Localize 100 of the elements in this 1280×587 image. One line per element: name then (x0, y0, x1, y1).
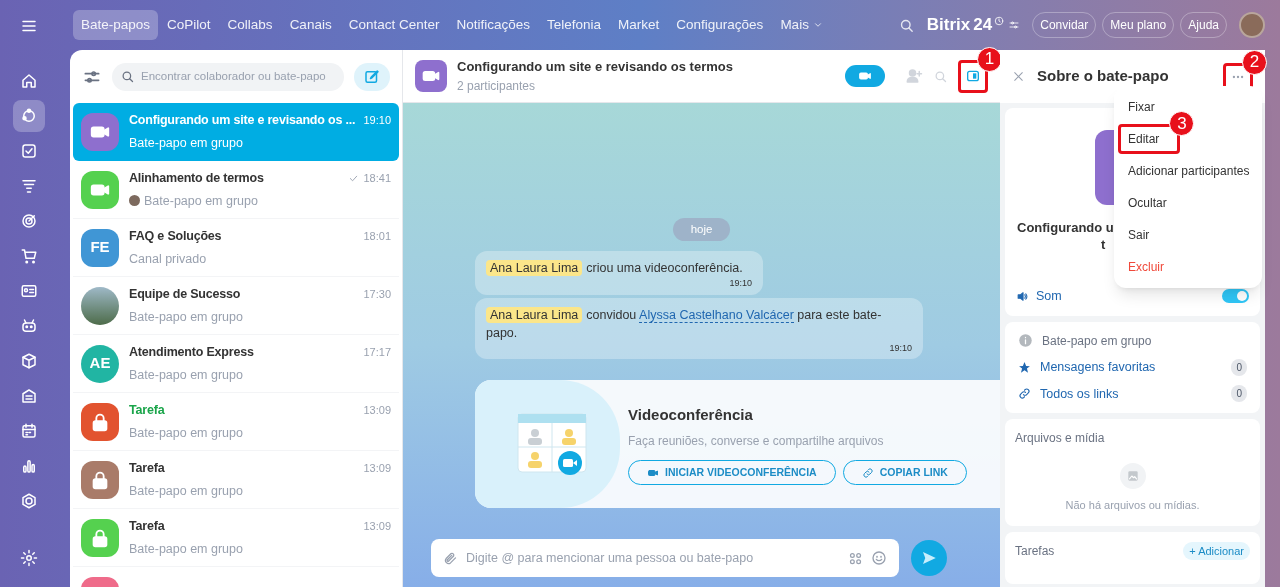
chat-subtitle: Bate-papo em grupo (129, 424, 243, 442)
hexagon-icon (20, 491, 38, 510)
menu-item[interactable]: Ocultar (1114, 187, 1181, 219)
home-icon (20, 71, 38, 90)
count-badge: 0 (1231, 358, 1247, 376)
nav-tab[interactable]: Market (610, 9, 668, 41)
card-title: Videoconferência (628, 404, 754, 425)
chat-time: 19:10 (363, 113, 391, 129)
chat-time: 17:30 (363, 286, 391, 302)
send-arrow-icon (920, 549, 938, 567)
system-message-text: Ana Laura Lima criou uma videoconferência. (486, 259, 752, 278)
chat-list-item[interactable]: AE Atendimento Express 17:17 Bate-papo em grupo (73, 335, 399, 393)
step-number-badge: 1 (977, 46, 1002, 72)
chat-subtitle: Bate-papo em grupo (129, 482, 243, 500)
panel-title: Sobre o bate-papo (1037, 66, 1170, 87)
nav-tab[interactable]: Mais (772, 9, 831, 41)
chat-list-item[interactable]: Tarefa 13:09 Bate-papo em grupo (73, 393, 399, 451)
image-glyph-icon (1125, 469, 1140, 484)
close-icon[interactable] (1012, 70, 1025, 83)
calendar-icon (20, 421, 38, 440)
message-time: 19:10 (729, 277, 752, 291)
emoji-icon[interactable] (871, 550, 887, 566)
menu-item[interactable]: Adicionar participantes (1114, 155, 1264, 187)
sliders-icon[interactable] (1008, 19, 1021, 31)
details-link[interactable]: Mensagens favoritas 0 (1018, 357, 1247, 377)
logo: Bitrix 24 (926, 14, 993, 37)
participant-count: 2 participantes (457, 77, 537, 95)
speaker-icon (1016, 289, 1029, 303)
nav-tab[interactable]: Contact Center (340, 9, 448, 41)
chat-title: Tarefa (129, 459, 165, 477)
star-icon (1018, 360, 1031, 374)
chat-title: Atendimento Express (129, 343, 254, 361)
message-input-field[interactable]: Digite @ para mencionar uma pessoa ou bate-papo (431, 539, 899, 577)
nav-tab[interactable]: Configurações (668, 9, 772, 41)
user-link[interactable]: Alyssa Castelhano Valcácer (639, 307, 794, 323)
grid-icon[interactable] (848, 550, 863, 566)
add-task-button[interactable]: + Adicionar (1183, 541, 1250, 561)
system-message-text: Ana Laura Lima convidou Alyssa Castelhano Valcácer para este bate-papo. (486, 305, 883, 342)
send-button[interactable] (911, 540, 947, 576)
new-chat-button[interactable] (354, 62, 390, 91)
nav-tab[interactable]: Telefonia (539, 9, 610, 41)
nav-tab[interactable]: Collabs (219, 9, 281, 41)
chat-title-line: Configurando u (1016, 219, 1114, 236)
nav-tab[interactable]: Canais (281, 9, 340, 41)
nav-tab[interactable]: Notificações (448, 9, 538, 41)
link-label: Mensagens favoritas (1040, 358, 1157, 376)
card-description: Faça reuniões, converse e compartilhe arquivos (628, 433, 885, 450)
chat-avatar: FE (81, 228, 119, 267)
message-input[interactable]: Digite @ para mencionar uma pessoa ou bate-papo (466, 548, 840, 568)
edit-icon (363, 67, 381, 86)
cart-icon (20, 246, 38, 265)
menu-item[interactable]: Excluir (1114, 251, 1178, 283)
panel-toggle-icon[interactable] (965, 68, 981, 84)
search-icon (120, 69, 135, 84)
chat-list-item[interactable]: Tarefa 13:09 Bate-papo em grupo (73, 451, 399, 509)
step-number-badge: 3 (1169, 111, 1195, 136)
menu-item[interactable]: Fixar (1114, 91, 1169, 123)
user-avatar[interactable] (1239, 12, 1265, 38)
sound-toggle[interactable] (1222, 289, 1249, 304)
chat-list-item[interactable]: Equipe de Sucesso 17:30 Bate-papo em grupo (73, 277, 399, 335)
chat-time: 18:41 (363, 170, 391, 186)
rail-item[interactable] (13, 99, 45, 132)
sound-label: Som (1036, 288, 1062, 305)
chat-subtitle: Bate-papo em grupo (129, 308, 243, 326)
chat-time: 13:09 (363, 402, 391, 418)
chat-list-item[interactable]: FE FAQ e Soluções 18:01 Canal privado (73, 219, 399, 277)
search-input[interactable]: Encontrar colaborador ou bate-papo (141, 67, 336, 86)
details-link[interactable]: Todos os links 0 (1018, 384, 1247, 404)
link-icon (1018, 387, 1031, 401)
link-icon (861, 466, 874, 479)
section-title: Arquivos e mídia (1015, 430, 1105, 448)
chat-list-item[interactable]: Tarefa 13:09 Bate-papo em grupo (73, 509, 399, 567)
chat-title: Equipe de Sucesso (129, 285, 241, 303)
info-icon (1018, 333, 1033, 349)
chat-time: 13:09 (363, 518, 391, 534)
settings-icon (20, 548, 38, 567)
chat-subtitle: Bate-papo em grupo (129, 135, 243, 152)
date-label: hoje (672, 218, 731, 242)
chat-avatar: AE (81, 344, 119, 383)
section-title: Tarefas (1015, 543, 1055, 560)
cube-icon (20, 351, 38, 370)
link-label: Todos os links (1040, 385, 1120, 403)
video-call-button[interactable] (845, 65, 885, 87)
chat-type-label: Bate-papo em grupo (1042, 332, 1152, 350)
chat-title: FAQ e Soluções (129, 227, 222, 245)
menu-item[interactable]: Sair (1114, 219, 1164, 251)
chat-time: 13:09 (363, 460, 391, 476)
paperclip-icon (443, 550, 458, 566)
nav-tab[interactable]: CoPilot (159, 9, 219, 41)
step-number-badge: 2 (1242, 49, 1267, 75)
target-icon (20, 211, 38, 230)
chat-subtitle: Bate-papo em grupo (144, 192, 258, 210)
search-field[interactable]: Encontrar colaborador ou bate-papo (112, 62, 344, 91)
empty-state-text: Não há arquivos ou mídias. (1065, 498, 1200, 514)
robot-icon (20, 316, 38, 335)
clock-icon (994, 16, 1005, 26)
menu-item[interactable]: Editar (1128, 130, 1160, 148)
nav-tab[interactable]: Bate-papos (73, 9, 159, 41)
chat-list-item[interactable]: Alinhamento de termos 18:41 Bate-papo em grupo (73, 161, 399, 219)
chat-list-item[interactable]: Configurando um site e revisando os ... 19:10 Bate-papo em grupo (73, 103, 399, 161)
